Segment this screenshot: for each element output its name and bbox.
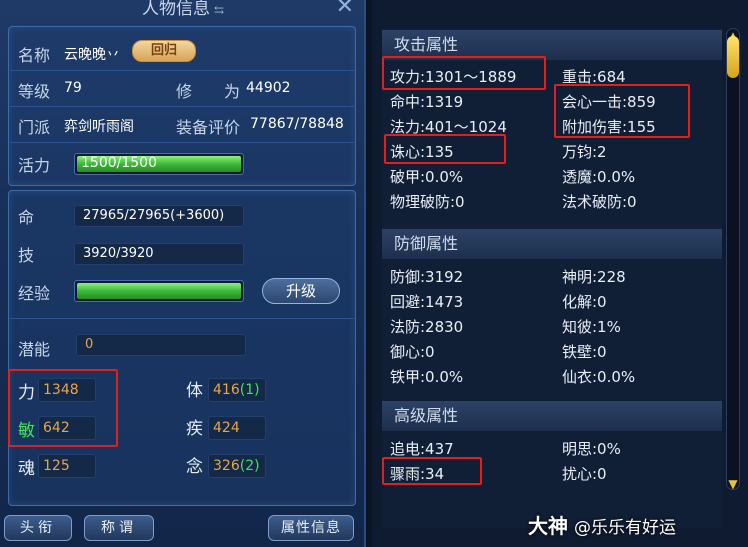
stat-armor-break: 破甲:0.0%: [390, 168, 464, 186]
constitution-field: 416(1): [208, 378, 266, 402]
attr-info-button[interactable]: 属性信息: [268, 515, 354, 541]
sect-label: 门派: [18, 118, 51, 137]
stat-xianyi: 仙衣:0.0%: [562, 368, 636, 386]
constitution-label: 体: [186, 381, 203, 401]
speed-field: 424: [208, 416, 266, 440]
highlight-box: [382, 457, 482, 485]
skill-value: 3920/3920: [83, 246, 154, 261]
mind-base: 326: [213, 458, 240, 474]
stat-zhuidian: 追电:437: [390, 440, 454, 458]
stat-tiejia: 铁甲:0.0%: [390, 368, 464, 386]
potential-label: 潜能: [18, 340, 51, 359]
equip-rating-label: 装备评价: [176, 118, 241, 137]
mind-value: 326(2): [213, 458, 260, 474]
stat-shenming: 神明:228: [562, 268, 626, 286]
speed-value: 424: [213, 420, 240, 436]
attribute-detail-panel: 攻击属性 攻力:1301～1889 重击:684 命中:1319 会心一击:85…: [372, 0, 748, 547]
appellation-button[interactable]: 称谓: [84, 515, 154, 541]
soul-value: 125: [43, 458, 70, 474]
scrollbar-track[interactable]: [726, 28, 740, 490]
stat-magic-defense: 法防:2830: [390, 318, 464, 336]
level-value: 79: [64, 80, 82, 96]
watermark-brand: 大神: [528, 514, 568, 538]
life-value: 27965/27965(+3600): [83, 208, 225, 223]
mind-field: 326(2): [208, 454, 266, 478]
stat-huajie: 化解:0: [562, 293, 607, 311]
exp-label: 经验: [18, 284, 51, 303]
name-label: 名称: [18, 46, 51, 65]
watermark-user: @乐乐有好运: [574, 518, 676, 538]
cultivation-label: 修: [176, 82, 193, 101]
skill-label: 技: [18, 246, 35, 265]
exp-bar: [74, 280, 244, 302]
exp-bar-fill: [77, 283, 241, 299]
stat-magic-pierce: 透魔:0.0%: [562, 168, 636, 186]
life-field: 27965/27965(+3600): [74, 205, 244, 227]
divider: [10, 106, 354, 107]
soul-label: 魂: [18, 459, 35, 479]
life-label: 命: [18, 208, 35, 227]
highlight-box: [384, 134, 506, 164]
stat-mingsi: 明思:0%: [562, 440, 621, 458]
divider: [10, 142, 354, 143]
highlight-box: [8, 369, 118, 447]
mind-label: 念: [186, 457, 203, 477]
advanced-header: 高级属性: [382, 401, 722, 431]
watermark: 大神 @乐乐有好运: [528, 510, 676, 539]
swap-icon[interactable]: ⇆: [214, 3, 224, 17]
close-icon[interactable]: ✕: [336, 0, 354, 19]
stat-wanjun: 万钧:2: [562, 143, 607, 161]
panel-title-text: 人物信息: [141, 0, 210, 19]
return-badge: 回归: [132, 40, 196, 62]
vitality-label: 活力: [18, 156, 51, 175]
soul-field: 125: [38, 454, 96, 478]
stat-hit: 命中:1319: [390, 93, 464, 111]
potential-value: 0: [85, 337, 94, 352]
speed-label: 疾: [186, 419, 203, 439]
potential-field: 0: [76, 334, 246, 356]
character-info-panel: 人物信息 ⇆ ✕ 名称 云晚晚丷 回归 等级 79 修 为 44902 门派 弈剑…: [0, 0, 366, 547]
level-label: 等级: [18, 82, 51, 101]
constitution-value: 416(1): [213, 382, 260, 398]
stat-tiebi: 铁壁:0: [562, 343, 607, 361]
constitution-base: 416: [213, 382, 240, 398]
equip-rating-value: 77867/78848: [250, 116, 344, 132]
vitality-value: 1500/1500: [81, 155, 157, 171]
constitution-bonus: (1): [239, 382, 260, 398]
highlight-box: [382, 56, 546, 90]
panel-title: 人物信息 ⇆: [0, 0, 366, 19]
divider: [10, 70, 354, 71]
return-badge-text: 回归: [150, 43, 177, 58]
mind-bonus: (2): [239, 458, 260, 474]
title-button[interactable]: 头衔: [4, 515, 72, 541]
stat-yuxin: 御心:0: [390, 343, 435, 361]
stat-mag-pen: 法术破防:0: [562, 193, 637, 211]
stat-dodge: 回避:1473: [390, 293, 464, 311]
stat-phys-pen: 物理破防:0: [390, 193, 465, 211]
vitality-bar: 1500/1500: [74, 153, 244, 175]
upgrade-button[interactable]: 升级: [262, 278, 340, 304]
stat-zhibi: 知彼:1%: [562, 318, 621, 336]
defense-header: 防御属性: [382, 229, 722, 259]
cultivation-label-2: 为: [224, 82, 241, 101]
sect-value: 弈剑听雨阁: [64, 119, 134, 135]
highlight-box: [554, 84, 690, 138]
cultivation-value: 44902: [246, 80, 291, 96]
name-value: 云晚晚丷: [64, 47, 120, 63]
scroll-down-arrow-icon[interactable]: ▼: [727, 478, 739, 490]
skill-field: 3920/3920: [74, 243, 244, 265]
stat-defense: 防御:3192: [390, 268, 464, 286]
divider: [10, 318, 354, 319]
stat-raoxin: 扰心:0: [562, 465, 607, 483]
scrollbar-thumb[interactable]: [727, 36, 739, 78]
